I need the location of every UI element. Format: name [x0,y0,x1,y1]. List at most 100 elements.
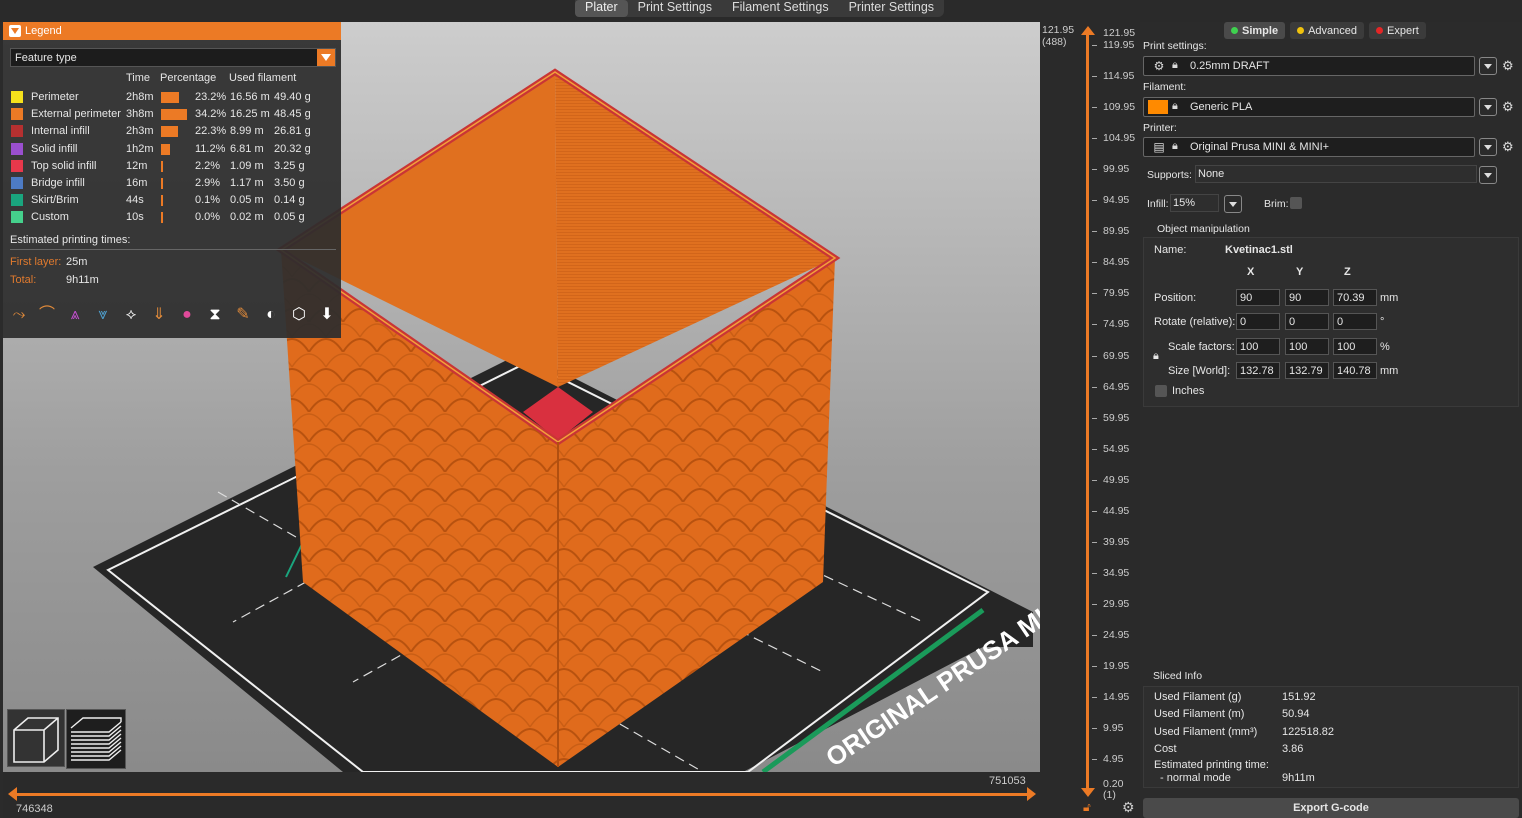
gear-icon[interactable]: ⚙ [1122,799,1135,816]
legend-row[interactable]: External perimeter 3h8m 34.2% 16.25 m 48.45 … [3,106,341,123]
feature-length: 0.05 m [230,194,264,207]
gear-icon[interactable]: ⚙ [1502,58,1514,74]
vertical-layer-slider[interactable]: 121.95 (488) 121.95 119.95 114.95 109.95 10… [1040,22,1140,818]
tab-filament-settings[interactable]: Filament Settings [722,0,839,17]
vertical-slider-track[interactable] [1086,34,1089,794]
scale-y-input[interactable]: 100 [1285,338,1329,355]
horizontal-slider-upper-thumb[interactable] [1027,787,1036,801]
tick-mark [1092,572,1097,574]
print-settings-value: 0.25mm DRAFT [1190,60,1270,72]
filament-color-swatch[interactable] [1148,100,1168,114]
legend-row[interactable]: Bridge infill 16m 2.9% 1.17 m 3.50 g [3,175,341,192]
view-type-select[interactable]: Feature type [10,48,336,67]
legend-row[interactable]: Skirt/Brim 44s 0.1% 0.05 m 0.14 g [3,192,341,209]
percentage-bar [161,109,187,121]
mode-expert-button[interactable]: Expert [1369,22,1426,39]
rotate-x-input[interactable]: 0 [1236,313,1280,330]
legend-row[interactable]: Perimeter 2h8m 23.2% 16.56 m 49.40 g [3,89,341,106]
rotate-z-value: 0 [1337,316,1344,328]
tab-printer-settings[interactable]: Printer Settings [839,0,944,17]
preview-view-button[interactable] [66,709,126,769]
percentage-bar [161,143,170,155]
rotate-z-input[interactable]: 0 [1333,313,1377,330]
size-y-input[interactable]: 132.79 [1285,362,1329,379]
vertical-slider-upper-thumb[interactable] [1081,26,1095,35]
deretractions-icon[interactable]: ⩔ [93,304,113,326]
layers-icon [70,717,122,761]
size-x-input[interactable]: 132.78 [1236,362,1280,379]
position-y-input[interactable]: 90 [1285,289,1329,306]
3d-view-button[interactable] [7,709,65,767]
gear-icon[interactable]: ⚙ [1502,99,1514,115]
lock-icon[interactable]: 🔒︎ [1153,350,1159,363]
horizontal-slider[interactable]: 751053 746348 [3,772,1040,818]
position-z-input[interactable]: 70.39 [1333,289,1377,306]
mode-advanced-button[interactable]: Advanced [1290,22,1365,39]
rotate-y-input[interactable]: 0 [1285,313,1329,330]
feature-percentage: 23.2% [195,91,227,103]
chevron-down-icon[interactable] [317,49,335,66]
color-changes-icon[interactable]: ● [177,304,197,326]
feature-time: 12m [126,159,148,172]
filament-combo[interactable]: 🔒︎ Generic PLA [1143,97,1475,117]
inches-checkbox[interactable] [1155,385,1167,397]
retractions-icon[interactable]: ⩓ [65,304,85,326]
gear-icon[interactable]: ⚙ [1502,139,1514,155]
position-x-input[interactable]: 90 [1236,289,1280,306]
tick-mark [1092,355,1097,357]
tab-print-settings[interactable]: Print Settings [628,0,722,17]
scale-x-input[interactable]: 100 [1236,338,1280,355]
size-y-value: 132.79 [1289,365,1323,377]
pause-prints-icon[interactable]: ⧗ [205,304,225,326]
tick-label: 79.95 [1103,287,1130,300]
lower-layer-number: (1) [1103,789,1116,801]
seams-icon[interactable]: ⟡ [121,304,141,326]
horizontal-slider-track[interactable] [13,793,1031,796]
supports-dropdown[interactable] [1479,166,1497,184]
feature-weight: 26.81 g [274,125,311,138]
printer-dropdown[interactable] [1479,138,1497,156]
feature-length: 1.09 m [230,159,264,172]
feature-name: Top solid infill [31,159,97,172]
printer-combo[interactable]: ▤ 🔒︎ Original Prusa MINI & MINI+ [1143,137,1475,157]
tool-changes-icon[interactable]: ⇓ [149,304,169,326]
position-z-value: 70.39 [1337,292,1365,304]
mode-simple-button[interactable]: Simple [1224,22,1286,39]
legend-row[interactable]: Top solid infill 12m 2.2% 1.09 m 3.25 g [3,158,341,175]
tool-marker-icon[interactable]: ⬇ [317,304,337,326]
travel-icon[interactable]: ⤳ [9,304,29,326]
object-manipulation-title: Object manipulation [1157,223,1250,235]
position-x-value: 90 [1240,292,1253,304]
size-z-input[interactable]: 140.78 [1333,362,1377,379]
infill-dropdown[interactable] [1224,195,1242,213]
tick-label: 69.95 [1103,349,1130,362]
tab-plater[interactable]: Plater [575,0,628,17]
lock-icon[interactable]: 🔓︎ [1083,800,1091,815]
first-layer-label: First layer: [10,256,62,268]
brim-label: Brim: [1264,198,1289,210]
infill-combo[interactable]: 15% [1170,194,1219,212]
horizontal-slider-lower-thumb[interactable] [8,787,17,801]
collapse-icon[interactable] [9,25,21,37]
print-settings-combo[interactable]: ⚙ 🔒︎ 0.25mm DRAFT [1143,56,1475,76]
legend-row[interactable]: Custom 10s 0.0% 0.02 m 0.05 g [3,209,341,226]
wipe-icon[interactable]: ⌒ [37,304,57,326]
size-x-value: 132.78 [1240,365,1274,377]
total-value: 9h11m [66,274,99,286]
center-of-gravity-icon[interactable]: ◐ [261,304,281,326]
estimated-times-label: Estimated printing times: [10,234,131,246]
print-settings-dropdown[interactable] [1479,57,1497,75]
vertical-slider-lower-thumb[interactable] [1081,788,1095,797]
shells-icon[interactable]: ⬡ [289,304,309,326]
brim-checkbox[interactable] [1290,197,1302,209]
legend-row[interactable]: Solid infill 1h2m 11.2% 6.81 m 20.32 g [3,141,341,158]
legend-header[interactable]: Legend [3,22,341,40]
scale-z-input[interactable]: 100 [1333,338,1377,355]
feature-percentage: 34.2% [195,108,227,121]
legend-row[interactable]: Internal infill 2h3m 22.3% 8.99 m 26.81 g [3,123,341,140]
custom-gcodes-icon[interactable]: ✎ [233,304,253,326]
feature-name: Custom [31,211,69,224]
filament-dropdown[interactable] [1479,98,1497,116]
export-gcode-button[interactable]: Export G-code [1143,798,1519,818]
supports-combo[interactable]: None [1195,165,1477,183]
